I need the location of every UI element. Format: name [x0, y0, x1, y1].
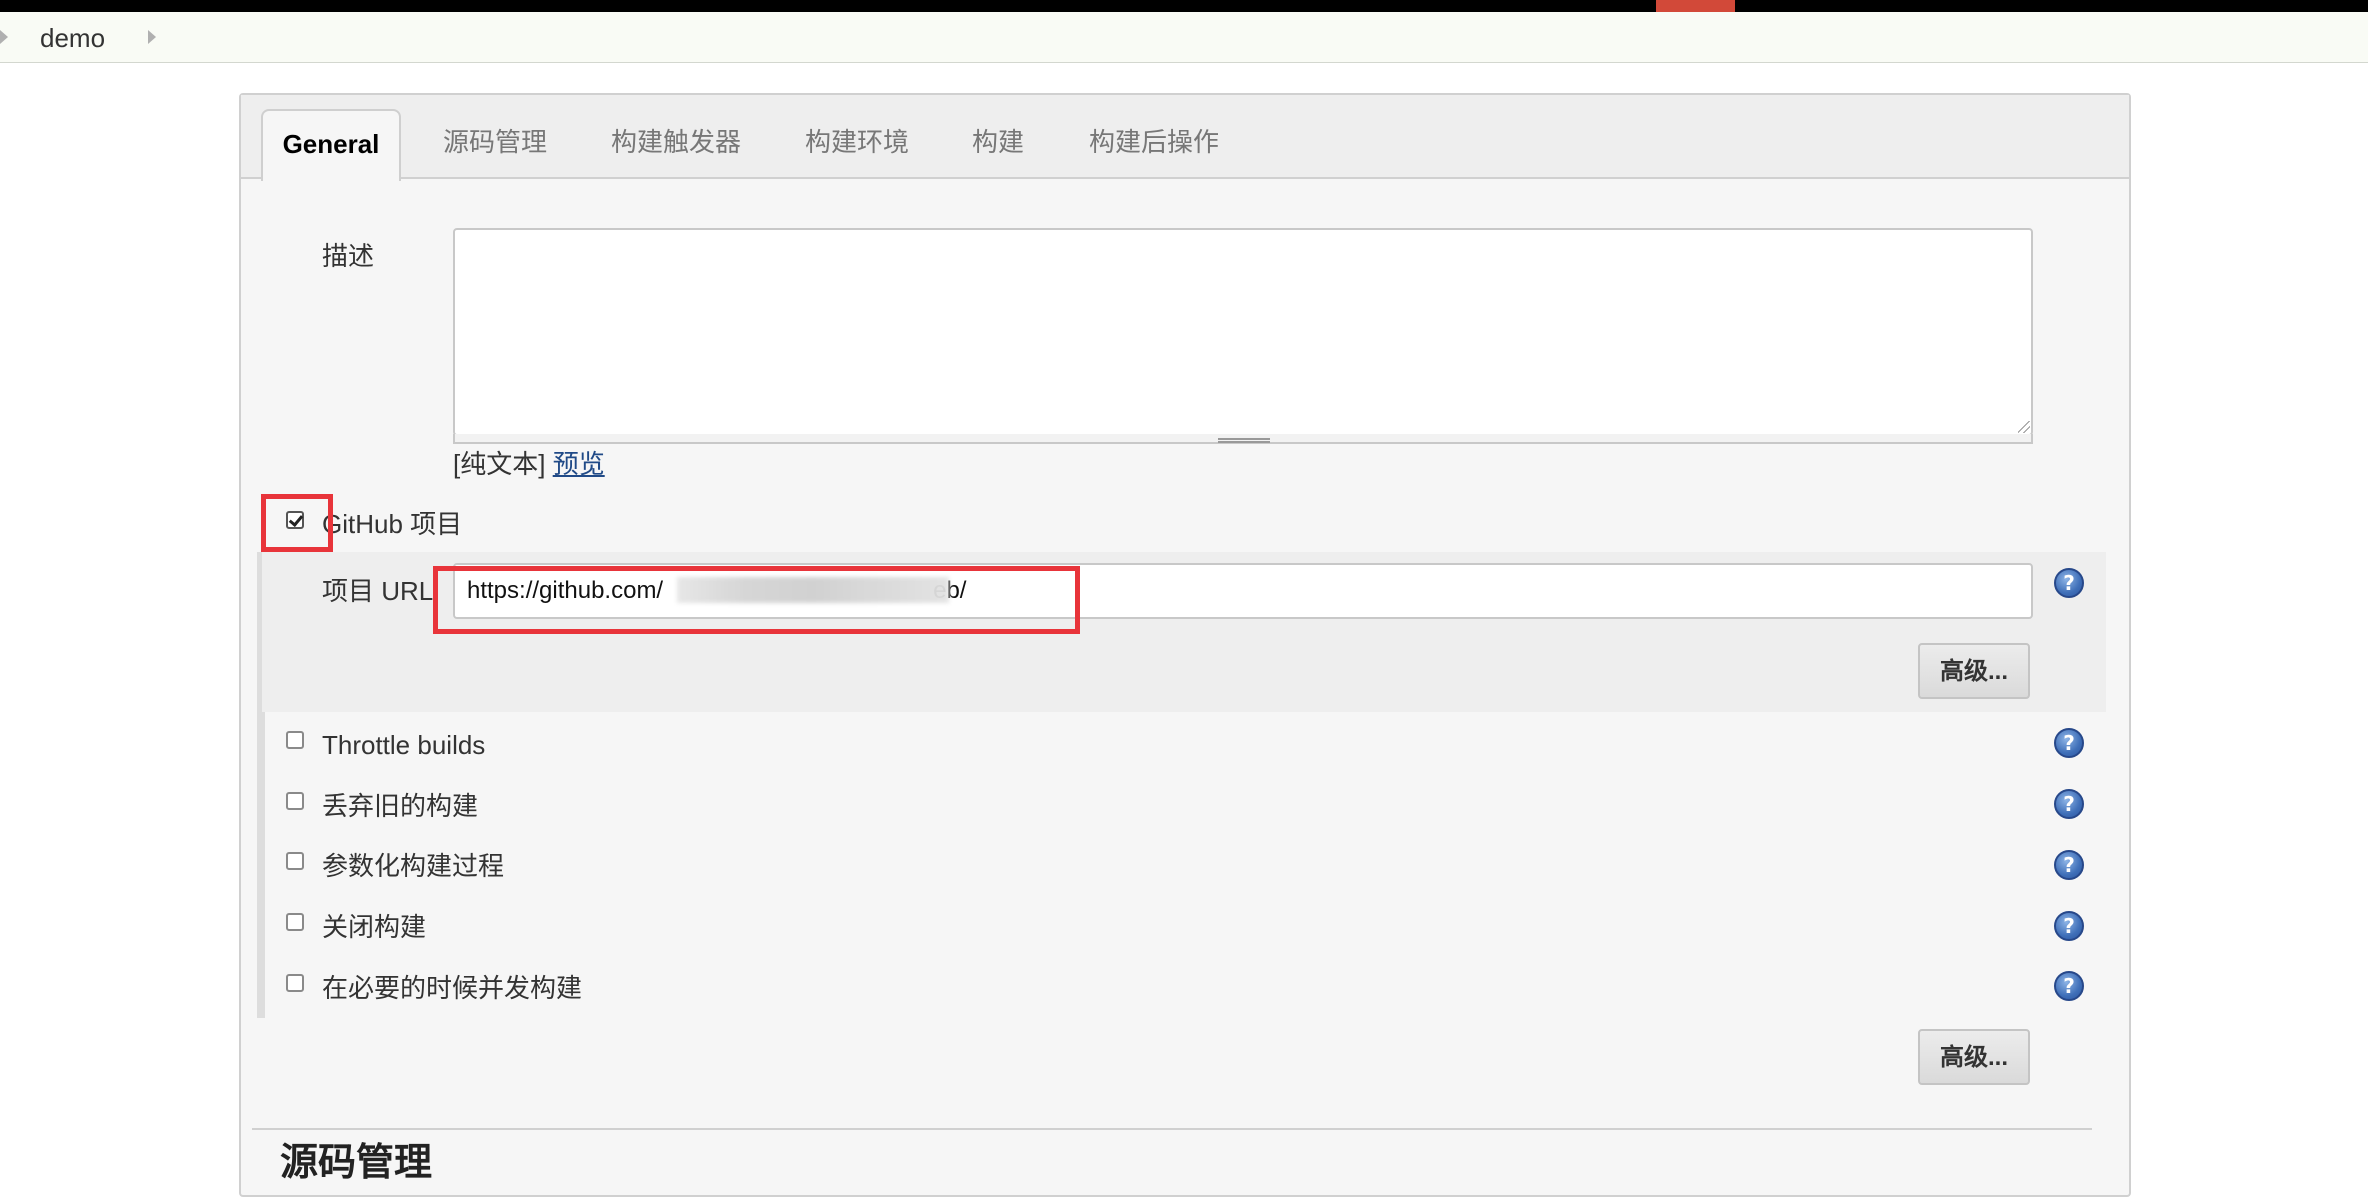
- discard-old-builds-checkbox[interactable]: [286, 792, 304, 810]
- plain-text-label: [纯文本]: [453, 449, 546, 479]
- concurrent-builds-checkbox[interactable]: [286, 974, 304, 992]
- breadcrumb-item-demo[interactable]: demo: [40, 23, 105, 53]
- tab-build-triggers[interactable]: 构建触发器: [611, 109, 741, 175]
- breadcrumb: demo: [0, 12, 2368, 63]
- description-textarea[interactable]: [453, 228, 2033, 436]
- help-icon[interactable]: ?: [2054, 911, 2084, 941]
- tab-build-environment[interactable]: 构建环境: [805, 109, 909, 175]
- help-icon[interactable]: ?: [2054, 568, 2084, 598]
- redacted-blur: [677, 577, 949, 603]
- github-project-checkbox[interactable]: [286, 511, 304, 529]
- help-icon[interactable]: ?: [2054, 850, 2084, 880]
- throttle-builds-label: Throttle builds: [322, 730, 486, 760]
- tab-post-build-actions[interactable]: 构建后操作: [1089, 109, 1219, 175]
- tab-scm[interactable]: 源码管理: [443, 109, 547, 175]
- top-bar: [0, 0, 2368, 12]
- concurrent-builds-label: 在必要的时候并发构建: [322, 973, 583, 1003]
- disable-build-checkbox[interactable]: [286, 913, 304, 931]
- resize-corner-icon[interactable]: [2018, 421, 2030, 433]
- config-tab-bar: General 源码管理 构建触发器 构建环境 构建 构建后操作: [241, 95, 2129, 181]
- discard-old-builds-label: 丢弃旧的构建: [322, 791, 479, 821]
- top-bar-accent: [1656, 0, 1735, 12]
- tab-general[interactable]: General: [261, 109, 401, 181]
- parameterized-build-checkbox[interactable]: [286, 852, 304, 870]
- parameterized-build-label: 参数化构建过程: [322, 851, 505, 881]
- section-divider: [252, 1128, 2092, 1130]
- format-hint: [纯文本] 预览: [453, 448, 605, 480]
- tab-build[interactable]: 构建: [972, 109, 1024, 175]
- github-project-label: GitHub 项目: [322, 509, 463, 539]
- breadcrumb-arrow-icon[interactable]: [148, 30, 156, 44]
- scm-section-title: 源码管理: [280, 1142, 433, 1184]
- resize-grip-icon[interactable]: [1218, 438, 1270, 440]
- advanced-button-2[interactable]: 高级...: [1918, 1029, 2030, 1085]
- help-icon[interactable]: ?: [2054, 728, 2084, 758]
- disable-build-label: 关闭构建: [322, 912, 427, 942]
- project-url-label: 项目 URL: [322, 576, 434, 606]
- preview-link[interactable]: 预览: [553, 449, 605, 479]
- help-icon[interactable]: ?: [2054, 789, 2084, 819]
- breadcrumb-arrow-icon: [0, 30, 8, 44]
- help-icon[interactable]: ?: [2054, 971, 2084, 1001]
- description-label: 描述: [322, 241, 375, 271]
- throttle-builds-checkbox[interactable]: [286, 731, 304, 749]
- advanced-button[interactable]: 高级...: [1918, 643, 2030, 699]
- project-url-text: https://github.com/: [467, 577, 664, 604]
